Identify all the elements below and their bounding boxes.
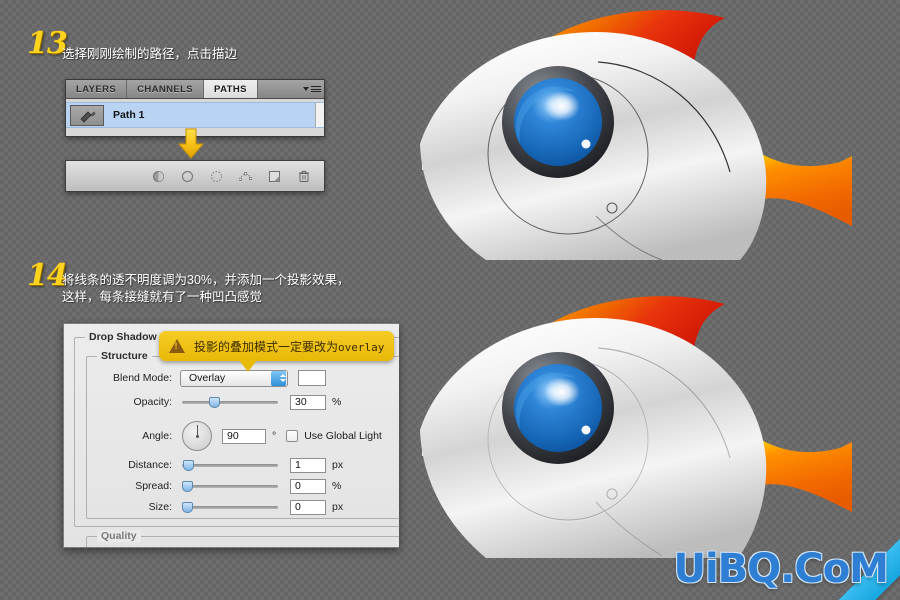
- step-caption-14: 将线条的透不明度调为30%，并添加一个投影效果， 这样，每条接缝就有了一种凹凸感…: [62, 273, 350, 304]
- warning-triangle-icon: [169, 339, 185, 353]
- step-number-13: 13: [27, 26, 68, 61]
- angle-label: Angle:: [142, 430, 172, 442]
- spread-label: Spread:: [135, 480, 172, 492]
- stroke-path-button[interactable]: [181, 170, 194, 183]
- spread-row: Spread: 0 %: [98, 478, 341, 494]
- size-row: Size: 0 px: [98, 499, 343, 515]
- structure-group-title: Structure: [97, 350, 152, 362]
- blend-mode-select[interactable]: Overlay: [180, 369, 288, 387]
- opacity-field[interactable]: 30: [290, 394, 326, 410]
- angle-unit: °: [272, 430, 277, 442]
- size-slider[interactable]: [182, 499, 278, 515]
- opacity-unit: %: [332, 396, 342, 408]
- chevron-down-icon: [303, 87, 309, 91]
- drop-shadow-group-title: Drop Shadow: [85, 331, 161, 343]
- quality-group: Quality: [86, 530, 399, 547]
- step-caption-13: 选择刚刚绘制的路径，点击描边: [62, 47, 238, 61]
- distance-slider[interactable]: [182, 457, 278, 473]
- size-field[interactable]: 0: [290, 499, 326, 515]
- canvas: 13 选择刚刚绘制的路径，点击描边 LAYERS CHANNELS PATHS: [0, 0, 900, 600]
- shadow-color-swatch[interactable]: [298, 370, 326, 386]
- path-thumbnail-icon: [70, 104, 104, 126]
- distance-row: Distance: 1 px: [98, 457, 343, 473]
- delete-path-button[interactable]: [297, 170, 310, 183]
- size-unit: px: [332, 501, 344, 513]
- opacity-row: Opacity: 30 %: [98, 394, 341, 410]
- blend-mode-row: Blend Mode: Overlay: [98, 369, 326, 387]
- blend-mode-stepper-icon[interactable]: [271, 370, 286, 386]
- blend-mode-value: Overlay: [189, 372, 226, 384]
- angle-row: Angle: 90 ° Use Global Light: [98, 419, 382, 453]
- quality-group-title: Quality: [97, 530, 141, 542]
- blend-mode-label: Blend Mode:: [113, 372, 172, 384]
- opacity-label: Opacity:: [133, 396, 172, 408]
- hamburger-icon: [311, 84, 321, 93]
- callout-tail: [239, 360, 257, 372]
- callout-text: 投影的叠加模式一定要改为overlay: [194, 338, 384, 355]
- size-label: Size:: [148, 501, 172, 513]
- angle-field[interactable]: 90: [222, 428, 266, 444]
- make-work-path-button[interactable]: [239, 170, 252, 183]
- panel-menu-icon[interactable]: [300, 80, 324, 98]
- distance-label: Distance:: [128, 459, 172, 471]
- panel-tab-bar: LAYERS CHANNELS PATHS: [66, 80, 324, 99]
- load-selection-button[interactable]: [210, 170, 223, 183]
- distance-field[interactable]: 1: [290, 457, 326, 473]
- tab-paths[interactable]: PATHS: [204, 80, 258, 98]
- path-name-label: Path 1: [113, 109, 145, 121]
- spread-slider[interactable]: [182, 478, 278, 494]
- callout-text-mono: overlay: [338, 340, 385, 354]
- robot-fish-top: [420, 10, 852, 260]
- fill-path-button[interactable]: [152, 170, 165, 183]
- paths-panel-footer: [65, 160, 325, 192]
- opacity-slider[interactable]: [182, 394, 278, 410]
- overlay-warning-callout: 投影的叠加模式一定要改为overlay: [159, 331, 394, 372]
- use-global-light-checkbox[interactable]: [286, 430, 299, 442]
- callout-text-cn: 投影的叠加模式一定要改为: [194, 339, 339, 354]
- angle-dial[interactable]: [182, 421, 212, 451]
- tab-channels[interactable]: CHANNELS: [127, 80, 205, 98]
- tab-layers[interactable]: LAYERS: [66, 80, 128, 98]
- robot-fish-bottom: [420, 296, 852, 558]
- site-watermark: UiBQ.CoM: [673, 546, 889, 592]
- spread-unit: %: [332, 480, 342, 492]
- spread-field[interactable]: 0: [290, 478, 326, 494]
- distance-unit: px: [332, 459, 344, 471]
- paths-scrollbar[interactable]: [315, 103, 324, 127]
- tab-bar-filler: [257, 80, 300, 98]
- path-list-item[interactable]: Path 1: [66, 102, 324, 128]
- step-number-14: 14: [27, 258, 68, 293]
- down-arrow-icon: [177, 128, 205, 159]
- use-global-light-label: Use Global Light: [304, 430, 382, 442]
- new-path-button[interactable]: [268, 170, 281, 183]
